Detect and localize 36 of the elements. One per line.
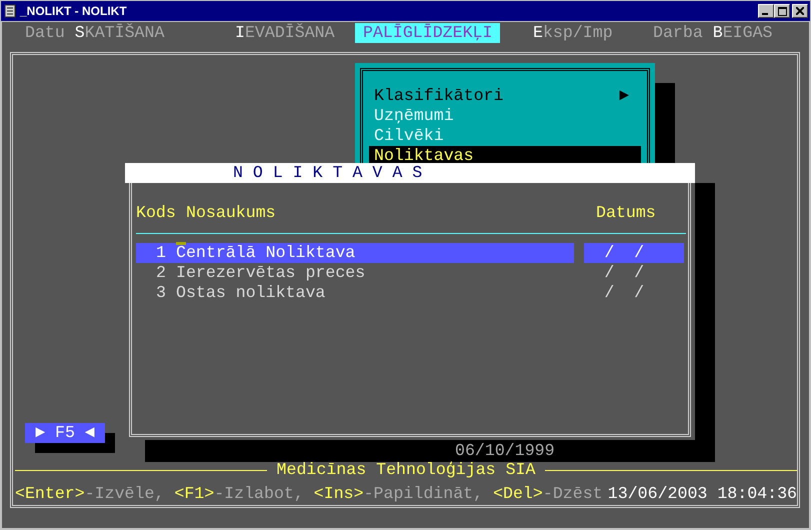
menu-item[interactable]: Datu SKATĪŠANA — [17, 23, 172, 43]
text-cursor — [176, 242, 186, 245]
company-name: Medicīnas Tehnoloģijas SIA — [276, 460, 536, 480]
table-row[interactable]: 1 Centrālā Noliktava — [136, 243, 574, 263]
key-hints: <Enter>-Izvēle, <F1>-Izlabot, <Ins>-Papildināt, <Del>-Dzēst — [15, 484, 603, 504]
maximize-button[interactable] — [774, 4, 790, 18]
table-cell-text: 3 — [155, 283, 166, 303]
menu-item[interactable]: Eksp/Imp — [525, 23, 621, 43]
f5-button[interactable]: ► F5 ◄ — [25, 423, 105, 443]
minimize-button[interactable] — [758, 4, 774, 18]
column-header: Datums — [596, 203, 656, 223]
window-title: _NOLIKT - NOLIKT — [20, 4, 127, 18]
menu-item[interactable]: IEVADĪŠANA — [227, 23, 343, 43]
app-icon — [4, 4, 16, 18]
dialog-title: N O L I K T A V A S — [125, 163, 695, 183]
table-cell-text: / / — [603, 283, 646, 303]
menu-item[interactable]: PALĪGLĪDZEKĻI — [355, 23, 500, 43]
column-header: Kods — [136, 203, 176, 223]
table-cell-text: / / — [603, 263, 646, 283]
table-cell-text: 1 — [155, 243, 166, 263]
date-text: 06/10/1999 — [455, 441, 555, 461]
close-icon — [796, 7, 804, 15]
table-cell-text: 2 — [155, 263, 166, 283]
close-button[interactable] — [792, 4, 808, 18]
column-header: Nosaukums — [186, 203, 276, 223]
submenu-arrow: ► — [619, 86, 629, 106]
date-time: 13/06/2003 18:04:36 — [608, 484, 797, 504]
table-cell: / / — [584, 243, 684, 263]
table-cell: Centrālā Noliktava — [176, 243, 356, 263]
menu-option[interactable]: Klasifikātori ► — [369, 86, 641, 106]
table-row[interactable]: 2 Ierezervētas preces — [136, 263, 574, 283]
table-row[interactable]: 3 Ostas noliktava — [136, 283, 574, 303]
table-cell: Ierezervētas preces — [176, 263, 366, 283]
menu-item[interactable]: Darba BEIGAS — [645, 23, 781, 43]
maximize-icon — [778, 6, 786, 16]
table-cell: Ostas noliktava — [176, 283, 326, 303]
